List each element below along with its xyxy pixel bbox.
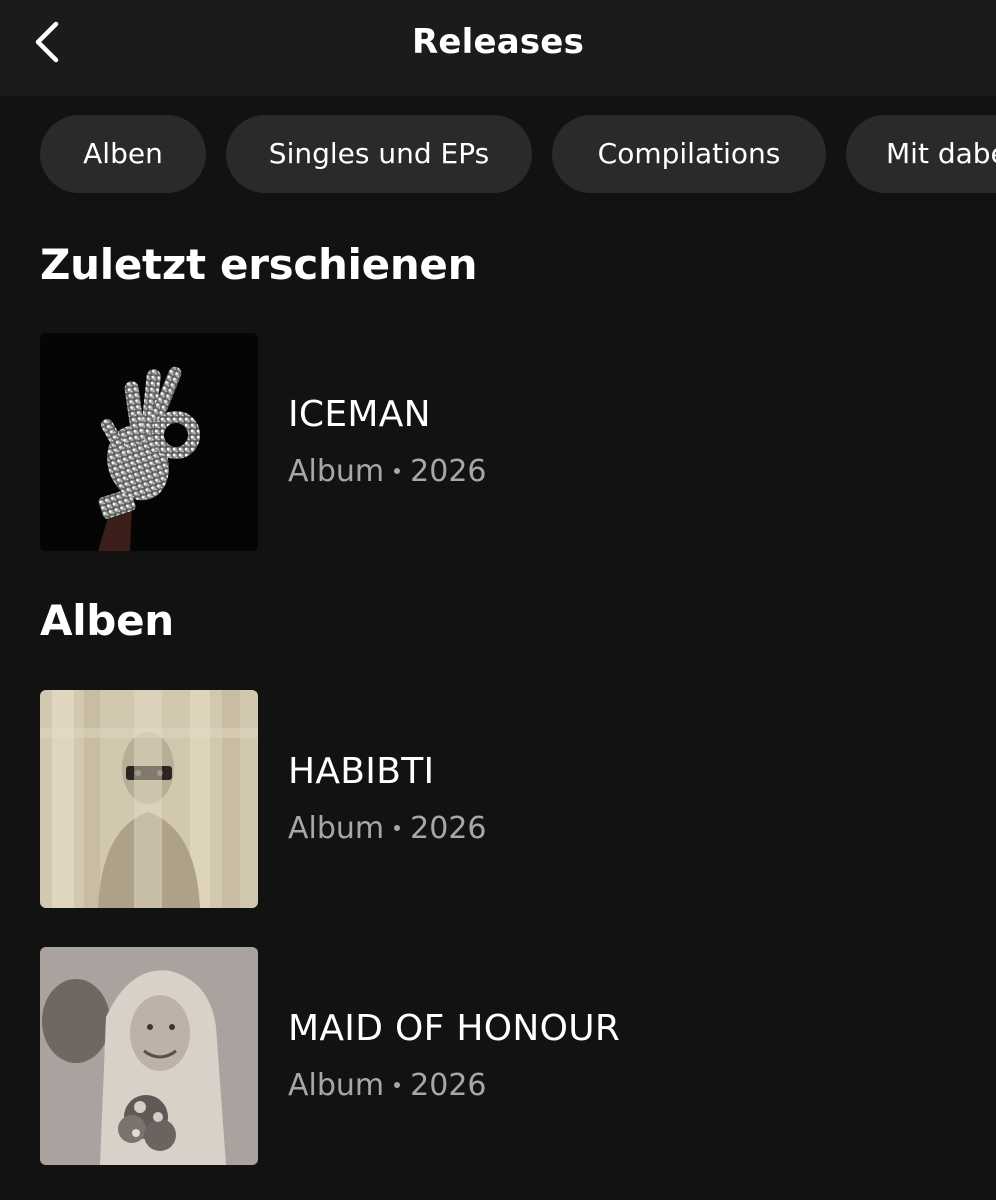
album-cover-maid-of-honour [40, 947, 258, 1165]
filter-chip-bar: Alben Singles und EPs Compilations Mit d… [40, 115, 996, 193]
separator-dot [394, 467, 401, 474]
separator-dot [394, 1081, 401, 1088]
release-meta: Album 2026 [288, 809, 487, 849]
album-cover-habibti [40, 690, 258, 908]
jeweled-glove-icon [40, 333, 258, 551]
section-heading-recent: Zuletzt erschienen [40, 240, 478, 289]
release-year: 2026 [410, 1068, 487, 1103]
release-meta: Album 2026 [288, 452, 487, 492]
release-title: ICEMAN [288, 394, 431, 435]
release-row-habibti[interactable]: HABIBTI Album 2026 [40, 690, 956, 908]
filter-chip-compilations[interactable]: Compilations [552, 115, 826, 193]
release-year: 2026 [410, 811, 487, 846]
separator-dot [394, 824, 401, 831]
release-meta: Album 2026 [288, 1066, 487, 1106]
filter-chip-singles-eps[interactable]: Singles und EPs [226, 115, 532, 193]
page-title: Releases [411, 22, 585, 62]
filter-chip-appears-on[interactable]: Mit dabei [846, 115, 996, 193]
section-heading-albums: Alben [40, 596, 174, 645]
release-type: Album [288, 1068, 385, 1103]
release-year: 2026 [410, 454, 487, 489]
release-type: Album [288, 454, 385, 489]
release-row-maid-of-honour[interactable]: MAID OF HONOUR Album 2026 [40, 947, 956, 1165]
filter-chip-albums[interactable]: Alben [40, 115, 206, 193]
album-cover-iceman [40, 333, 258, 551]
release-type: Album [288, 811, 385, 846]
release-title: HABIBTI [288, 751, 435, 792]
release-title: MAID OF HONOUR [288, 1008, 621, 1049]
top-bar: Releases [0, 0, 996, 96]
sepia-portrait-icon [40, 947, 258, 1165]
release-row-iceman[interactable]: ICEMAN Album 2026 [40, 333, 956, 551]
taped-portrait-icon [40, 690, 258, 908]
